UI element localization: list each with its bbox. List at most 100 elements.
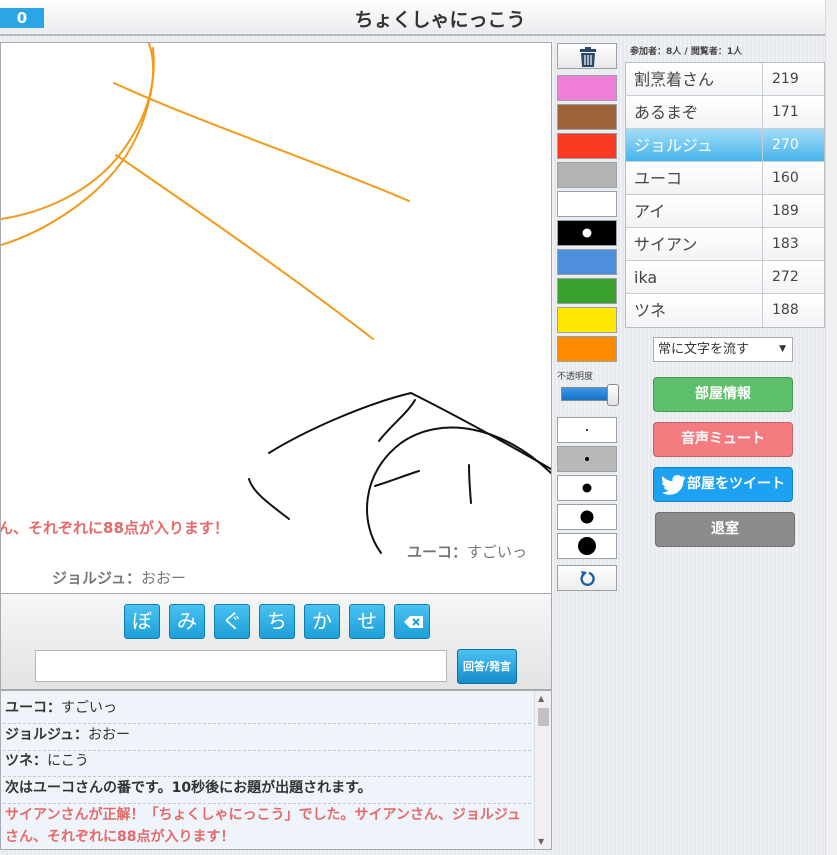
scroll-separator: ： — [452, 543, 468, 561]
scroll-separator: ： — [125, 569, 141, 587]
player-score: 272 — [772, 269, 799, 285]
player-name: ユーコ — [626, 162, 763, 194]
mute-button[interactable]: 音声ミュート — [653, 422, 793, 457]
player-row: ika 272 — [626, 261, 824, 294]
drawing-canvas[interactable]: ん、それぞれに88点が入ります！ ユーコ：すごいっ ジョルジュ：おおー — [0, 42, 552, 594]
scroll-message-correct: ん、それぞれに88点が入ります！ — [0, 519, 229, 537]
player-score: 183 — [772, 236, 799, 252]
brush-dot-icon — [586, 429, 588, 431]
player-row: ツネ 188 — [626, 294, 824, 327]
brush-dot-icon — [578, 537, 596, 555]
color-swatch[interactable] — [557, 162, 617, 188]
scroll-message-yuko: ユーコ：すごいっ — [407, 541, 527, 562]
clear-canvas-button[interactable] — [557, 43, 617, 69]
player-score: 188 — [772, 302, 799, 318]
chat-scrollbar[interactable]: ▲ ▼ — [534, 691, 551, 849]
kana-hint-button[interactable]: ち — [259, 604, 295, 639]
selected-indicator — [582, 228, 592, 238]
brush-dot-icon — [582, 483, 592, 493]
brush-size-button[interactable] — [557, 533, 617, 559]
kana-hint-button[interactable]: せ — [349, 604, 385, 639]
room-header: 0 ちょくしゃにっこう — [0, 0, 825, 36]
player-score: 270 — [772, 137, 799, 153]
tweet-room-button[interactable]: 部屋をツイート — [653, 467, 793, 502]
submit-answer-button[interactable]: 回答/発言 — [457, 649, 517, 684]
scroll-author: ユーコ — [407, 543, 453, 561]
chat-system-message: 次はユーコさんの番です。10秒後にお題が出題されます。 — [5, 780, 372, 796]
chat-log[interactable]: ユーコ：すごいっ ジョルジュ：おおー ツネ：にこう 次はユーコさんの番です。10… — [0, 690, 552, 850]
player-score: 160 — [772, 170, 799, 186]
opacity-thumb[interactable] — [607, 384, 619, 406]
player-score: 189 — [772, 203, 799, 219]
player-row: ユーコ 160 — [626, 162, 824, 195]
color-swatch[interactable] — [557, 249, 617, 275]
stroke-orange-2 — [1, 47, 155, 246]
kana-hint-button[interactable]: か — [304, 604, 340, 639]
player-row: サイアン 183 — [626, 228, 824, 261]
opacity-slider[interactable] — [561, 384, 619, 406]
trash-icon — [580, 47, 596, 67]
brush-size-button[interactable] — [557, 417, 617, 443]
player-name: サイアン — [626, 228, 763, 260]
kana-hint-button[interactable]: み — [169, 604, 205, 639]
player-row: あるまぞ 171 — [626, 96, 824, 129]
scroll-author: ジョルジュ — [52, 569, 126, 587]
chat-message: にこう — [47, 753, 89, 769]
stroke-black-6 — [468, 464, 472, 504]
chat-author: ユーコ — [5, 700, 47, 716]
kana-hint-button[interactable]: ぼ — [124, 604, 160, 639]
backspace-icon — [404, 616, 423, 628]
undo-button[interactable] — [557, 565, 617, 591]
room-info-button[interactable]: 部屋情報 — [653, 377, 793, 412]
page-scrollbar[interactable] — [825, 0, 837, 855]
text-mode-select[interactable]: 常に文字を流す ▼ — [653, 337, 793, 362]
chat-correct-message: サイアンさんが正解！「ちょくしゃにっこう」でした。サイアンさん、ジョルジュさん、… — [5, 807, 521, 845]
kana-hint-button[interactable]: ぐ — [214, 604, 250, 639]
player-name: ika — [626, 261, 763, 293]
brush-size-button[interactable] — [557, 504, 617, 530]
brush-size-button[interactable] — [557, 475, 617, 501]
scroll-down-icon[interactable]: ▼ — [538, 837, 544, 846]
player-name: ジョルジュ — [626, 129, 763, 161]
player-name: 割烹着さん — [626, 63, 763, 95]
backspace-button[interactable] — [394, 604, 430, 639]
player-row: アイ 189 — [626, 195, 824, 228]
chat-message: おおー — [88, 727, 131, 743]
color-swatch[interactable] — [557, 133, 617, 159]
color-swatch[interactable] — [557, 191, 617, 217]
player-list: 割烹着さん 219 あるまぞ 171 ジョルジュ 270 ユーコ 160 アイ 189 サイアン 18… — [625, 62, 825, 328]
chat-separator: ： — [33, 753, 47, 769]
chat-separator: ： — [47, 700, 61, 716]
chat-author: ツネ — [5, 753, 33, 769]
chat-message: すごいっ — [61, 700, 117, 716]
stroke-black-4 — [366, 426, 551, 554]
canvas-strokes — [1, 43, 551, 554]
chat-line: ユーコ：すごいっ — [5, 697, 530, 719]
color-swatch[interactable] — [557, 307, 617, 333]
chevron-down-icon: ▼ — [779, 344, 786, 354]
answer-input[interactable] — [35, 650, 447, 682]
scroll-message-georges: ジョルジュ：おおー — [52, 567, 186, 588]
chat-separator: ： — [74, 727, 89, 743]
color-swatch[interactable] — [557, 220, 617, 246]
player-name: あるまぞ — [626, 96, 763, 128]
undo-icon — [580, 571, 595, 587]
scroll-thumb[interactable] — [538, 708, 549, 726]
player-name: ツネ — [626, 294, 763, 327]
opacity-label: 不透明度 — [557, 372, 594, 382]
stroke-black-5 — [374, 470, 420, 487]
scroll-text: すごいっ — [467, 543, 528, 561]
leave-room-button[interactable]: 退室 — [655, 512, 795, 547]
color-swatch[interactable] — [557, 75, 617, 101]
stroke-black-3 — [248, 478, 290, 520]
brush-dot-icon — [585, 457, 589, 461]
color-swatch[interactable] — [557, 104, 617, 130]
participant-counts: 参加者：8人 / 閲覧者：1人 — [630, 47, 743, 57]
brush-size-button[interactable] — [557, 446, 617, 472]
stroke-orange-4 — [115, 154, 374, 340]
scroll-up-icon[interactable]: ▲ — [538, 694, 544, 703]
color-swatch[interactable] — [557, 336, 617, 362]
color-swatch[interactable] — [557, 278, 617, 304]
twitter-bird-icon — [662, 475, 686, 495]
stroke-black-2 — [378, 399, 416, 442]
